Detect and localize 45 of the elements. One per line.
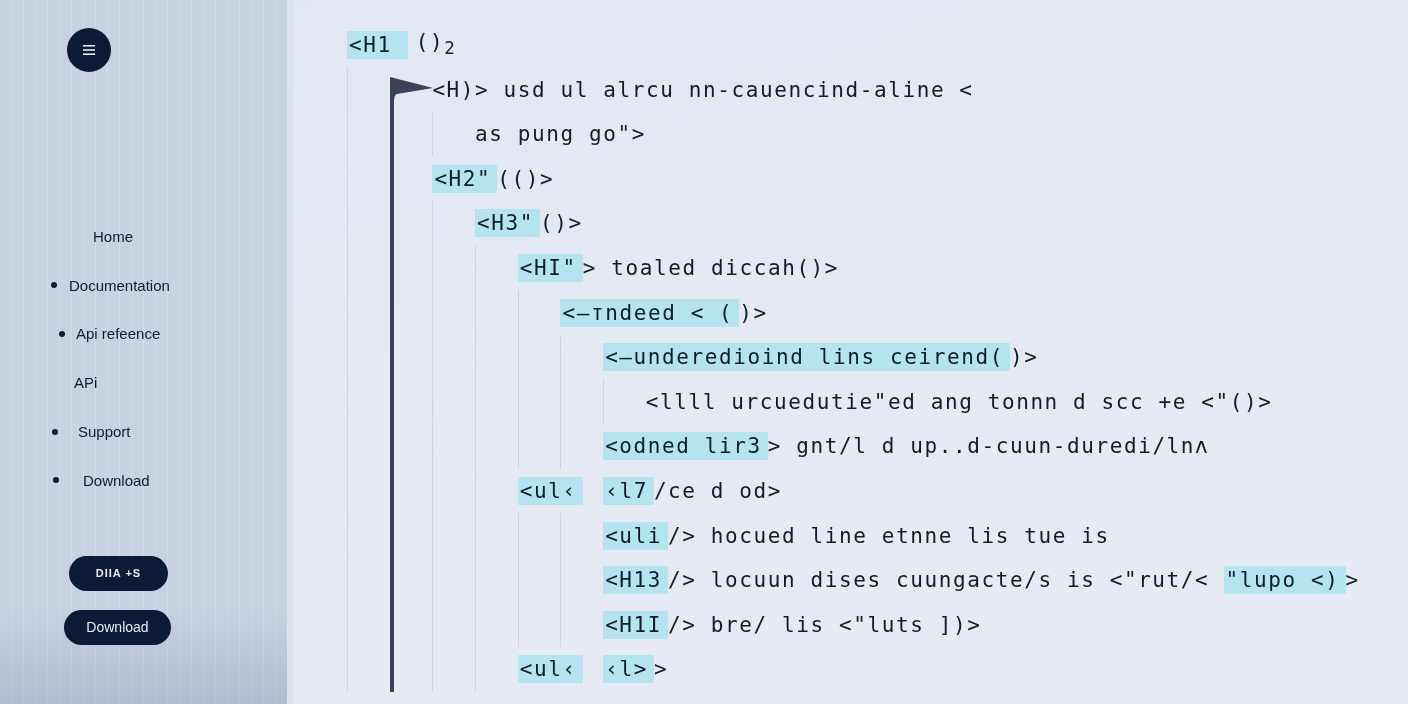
- nav-link[interactable]: APi: [74, 374, 98, 392]
- highlighted-code: <ul‹: [517, 476, 583, 505]
- nav-link[interactable]: Api refeence: [59, 325, 161, 343]
- code-text: /> bre/ lis <"luts ])>: [668, 611, 982, 639]
- code-text: /> hocued line etnne lis tue is: [668, 522, 1110, 550]
- highlighted-code: <uli: [603, 521, 669, 550]
- nav-link[interactable]: Download: [53, 471, 150, 489]
- menu-icon: [83, 45, 95, 55]
- action-button[interactable]: Download: [64, 609, 171, 645]
- bullet-icon: [59, 331, 65, 337]
- highlighted-code: <HI": [517, 253, 583, 282]
- code-text: (()>: [497, 165, 555, 193]
- highlighted-code: <H3": [475, 209, 541, 238]
- highlighted-code: <H1: [347, 31, 408, 59]
- highlighted-code: <H13: [603, 566, 669, 595]
- highlighted-code: "lupo <): [1223, 566, 1346, 595]
- code-text: as pung go">: [475, 121, 646, 149]
- nav-link[interactable]: Documentation: [51, 276, 170, 294]
- code-text: /ce d od>: [653, 477, 783, 505]
- bullet-icon: [52, 428, 58, 435]
- code-text: <llll urcuedutie"ed ang tonnn d scc +e <"()>: [645, 388, 1273, 416]
- bullet-icon: [51, 282, 57, 289]
- highlighted-code: ‹l>: [603, 655, 654, 684]
- bullet-icon: [53, 477, 59, 484]
- code-text: > toaled diccah()>: [582, 254, 840, 282]
- code-text: )>: [739, 299, 768, 327]
- code-text: ()>: [540, 210, 583, 238]
- highlighted-code: <H2": [432, 164, 498, 193]
- nav-link[interactable]: Home: [93, 227, 133, 245]
- code-text: >: [1345, 567, 1360, 595]
- code-text: ()$_{2}$: [415, 28, 457, 61]
- code-text: >: [653, 656, 669, 684]
- code-text: <H)> usd ul alrcu nn-cauencind-aline <: [432, 76, 974, 104]
- menu-button[interactable]: [67, 28, 111, 72]
- highlighted-code: <—тndeed < (: [560, 298, 740, 327]
- highlighted-code: ‹l7: [603, 476, 654, 505]
- code-text: > gnt/l d up..d-cuun-duredi/lnʌ: [767, 433, 1210, 461]
- nav-link[interactable]: Support: [52, 423, 131, 441]
- highlighted-code: <ul‹: [517, 655, 583, 684]
- code-text: )>: [1009, 344, 1039, 372]
- code-text: /> locuun dises cuungacte/s is <"rut/<: [668, 567, 1211, 595]
- highlighted-code: <H1I: [603, 610, 669, 639]
- highlighted-code: <—underedioind lins ceirend(: [603, 343, 1010, 372]
- action-button[interactable]: DIIA +S: [69, 555, 168, 591]
- highlighted-code: <odned lir3: [603, 432, 768, 461]
